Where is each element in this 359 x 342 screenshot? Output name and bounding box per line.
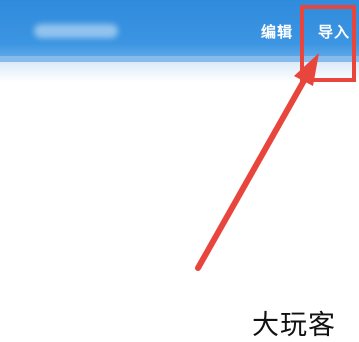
watermark-logo: 大玩客 xyxy=(252,310,336,341)
annotation-arrow-icon xyxy=(195,53,319,271)
